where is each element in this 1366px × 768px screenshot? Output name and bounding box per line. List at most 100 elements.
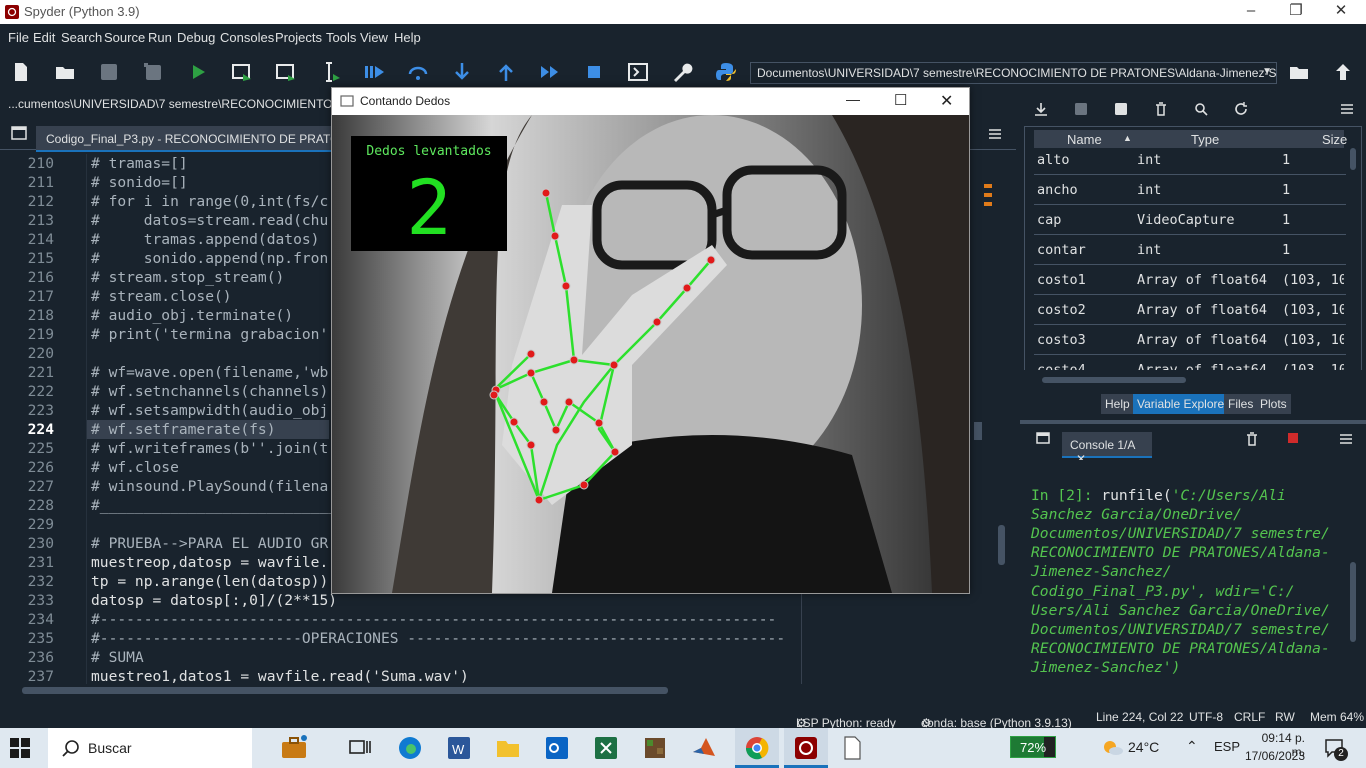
code-line[interactable]: tp = np.arange(len(datosp)): [91, 573, 328, 590]
code-line[interactable]: # winsound.PlaySound(filena: [91, 478, 328, 495]
camera-window-titlebar[interactable]: Contando Dedos — ☐ ✕: [332, 88, 969, 115]
variable-vertical-scrollbar[interactable]: [1348, 148, 1358, 368]
variable-horizontal-scrollbar[interactable]: [1036, 376, 1344, 384]
menu-consoles[interactable]: Consoles: [220, 30, 274, 45]
menu-view[interactable]: View: [360, 30, 388, 45]
restore-button[interactable]: ❐: [1273, 0, 1319, 24]
menu-projects[interactable]: Projects: [275, 30, 322, 45]
save-icon[interactable]: [97, 60, 121, 84]
code-line[interactable]: # stream.stop_stream(): [91, 269, 284, 286]
code-line[interactable]: # wf.setnchannels(channels): [91, 383, 328, 400]
save-data-as-icon[interactable]: [1114, 102, 1128, 116]
search-icon[interactable]: [1194, 102, 1208, 116]
weather-icon[interactable]: [1102, 738, 1124, 758]
debug-icon[interactable]: [362, 60, 386, 84]
python-path-icon[interactable]: [714, 60, 738, 84]
browse-tabs-icon[interactable]: [11, 126, 27, 140]
taskbar-search-box[interactable]: Buscar: [48, 728, 252, 768]
stop-icon[interactable]: [582, 60, 606, 84]
stop-kernel-icon[interactable]: [1288, 433, 1298, 443]
parent-directory-icon[interactable]: [1331, 60, 1355, 84]
code-line[interactable]: muestreo1,datos1 = wavfile.read('Suma.wa…: [91, 668, 469, 684]
file-explorer-icon[interactable]: [494, 734, 522, 762]
code-line[interactable]: #---------------------------------------…: [91, 611, 776, 628]
variable-row[interactable]: costo1 Array of float64 (103, 103: [1034, 265, 1346, 295]
code-line[interactable]: # wf.setsampwidth(audio_obj: [91, 402, 328, 419]
tab-variable-explorer[interactable]: Variable Explorer: [1133, 394, 1233, 414]
code-line[interactable]: # print('termina grabacion': [91, 326, 328, 343]
taskbar-chrome-active[interactable]: [735, 728, 779, 768]
menu-file[interactable]: File: [8, 30, 29, 45]
variable-row[interactable]: contar int 1: [1034, 235, 1346, 265]
tab-files[interactable]: Files: [1224, 394, 1258, 414]
code-line[interactable]: datosp = datosp[:,0]/(2**15): [91, 592, 337, 609]
variable-horizontal-scroll-thumb[interactable]: [1042, 377, 1186, 383]
outlook-icon[interactable]: [543, 734, 571, 762]
menu-tools[interactable]: Tools: [326, 30, 356, 45]
tab-codigo-final[interactable]: Codigo_Final_P3.py - RECONOCIMIENTO DE P…: [36, 126, 332, 152]
variable-row[interactable]: cap VideoCapture 1: [1034, 205, 1346, 235]
menu-edit[interactable]: Edit: [33, 30, 55, 45]
trash-icon[interactable]: [1154, 102, 1168, 116]
menu-run[interactable]: Run: [148, 30, 172, 45]
trash-icon[interactable]: [1246, 432, 1258, 446]
step-into-icon[interactable]: [450, 60, 474, 84]
minecraft-icon[interactable]: [641, 734, 669, 762]
console-vertical-scrollbar[interactable]: [1348, 462, 1358, 698]
chevron-up-icon[interactable]: ⌃: [1186, 738, 1198, 755]
run-icon[interactable]: [186, 60, 210, 84]
camera-close-button[interactable]: ✕: [940, 91, 953, 111]
tab-plots[interactable]: Plots: [1256, 394, 1291, 414]
browse-tabs-icon[interactable]: [1036, 432, 1050, 444]
variable-vertical-scroll-thumb[interactable]: [1350, 148, 1356, 170]
new-file-icon[interactable]: [9, 60, 33, 84]
step-return-icon[interactable]: [494, 60, 518, 84]
run-selection-icon[interactable]: [318, 60, 342, 84]
minimize-button[interactable]: –: [1228, 0, 1274, 24]
menu-debug[interactable]: Debug: [177, 30, 215, 45]
weather-temperature[interactable]: 24°C: [1128, 739, 1159, 755]
windows-start-icon[interactable]: [10, 738, 30, 758]
menu-search[interactable]: Search: [61, 30, 102, 45]
tab-help[interactable]: Help: [1101, 394, 1134, 414]
battery-indicator[interactable]: 72%: [1010, 736, 1056, 758]
code-line[interactable]: # audio_obj.terminate(): [91, 307, 293, 324]
code-line[interactable]: # tramas=[]: [91, 155, 188, 172]
code-line[interactable]: # wf=wave.open(filename,'wb: [91, 364, 328, 381]
code-line[interactable]: # PRUEBA-->PARA EL AUDIO GR: [91, 535, 328, 552]
task-view-icon[interactable]: [346, 734, 374, 762]
pane-splitter[interactable]: [1020, 420, 1366, 424]
code-line[interactable]: # wf.setframerate(fs): [91, 421, 276, 438]
code-line[interactable]: # wf.writeframes(b''.join(t: [91, 440, 328, 457]
clock-date[interactable]: 17/06/2023: [1244, 749, 1305, 763]
variable-row[interactable]: costo3 Array of float64 (103, 103: [1034, 325, 1346, 355]
editor-vertical-scroll-thumb[interactable]: [998, 525, 1005, 565]
code-line[interactable]: # sonido.append(np.fron: [91, 250, 328, 267]
menu-source[interactable]: Source: [104, 30, 145, 45]
save-data-icon[interactable]: [1074, 102, 1088, 116]
maximize-pane-icon[interactable]: [626, 60, 650, 84]
code-line[interactable]: # datos=stream.read(chu: [91, 212, 328, 229]
code-line[interactable]: #-----------------------OPERACIONES ----…: [91, 630, 785, 647]
options-menu-icon[interactable]: [1340, 103, 1354, 115]
preferences-wrench-icon[interactable]: [670, 60, 694, 84]
edge-browser-icon[interactable]: [396, 734, 424, 762]
code-line[interactable]: # sonido=[]: [91, 174, 188, 191]
console-scroll-thumb[interactable]: [1350, 562, 1356, 642]
chevron-down-icon[interactable]: ▼: [1262, 66, 1272, 77]
step-over-icon[interactable]: [406, 60, 430, 84]
code-line[interactable]: #_______________________________: [91, 497, 372, 514]
notepad-icon[interactable]: [838, 734, 866, 762]
save-all-icon[interactable]: [141, 60, 165, 84]
briefcase-icon[interactable]: [280, 734, 308, 762]
word-icon[interactable]: W: [445, 734, 473, 762]
variable-row[interactable]: alto int 1: [1034, 145, 1346, 175]
camera-maximize-button[interactable]: ☐: [894, 91, 907, 109]
code-line[interactable]: # for i in range(0,int(fs/c: [91, 193, 328, 210]
run-cell-icon[interactable]: [230, 60, 254, 84]
ipython-console[interactable]: In [2]: runfile('C:/Users/Ali Sanchez Ga…: [1024, 460, 1346, 702]
run-cell-advance-icon[interactable]: [274, 60, 298, 84]
code-line[interactable]: # SUMA: [91, 649, 144, 666]
options-menu-icon[interactable]: [1339, 433, 1353, 445]
menu-help[interactable]: Help: [394, 30, 421, 45]
